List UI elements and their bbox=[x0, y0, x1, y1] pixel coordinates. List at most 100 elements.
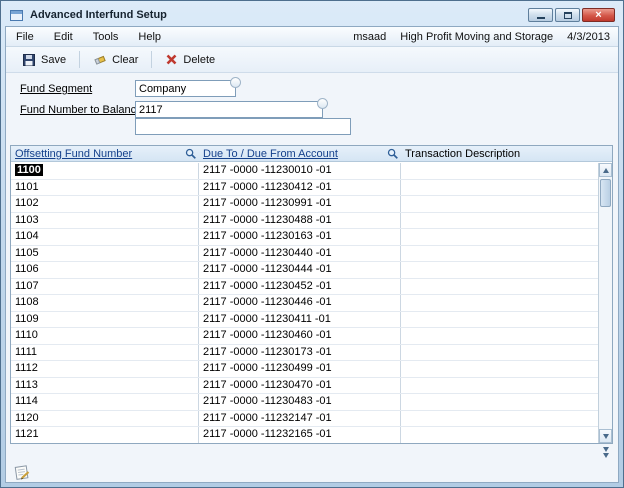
field-expansion-icon[interactable] bbox=[230, 77, 241, 88]
cell-due-account[interactable]: 2117 -0000 -11232165 -01 bbox=[199, 427, 401, 443]
cell-transaction-description[interactable] bbox=[401, 312, 598, 328]
cell-offsetting-fund-number[interactable]: 1114 bbox=[11, 394, 199, 410]
cell-due-account[interactable]: 2117 -0000 -11230163 -01 bbox=[199, 229, 401, 245]
scrollbar-thumb[interactable] bbox=[600, 179, 611, 207]
fund-segment-label[interactable]: Fund Segment bbox=[20, 83, 92, 95]
table-row[interactable]: 1108 2117 -0000 -11230446 -01 bbox=[11, 295, 598, 312]
cell-offsetting-fund-number[interactable]: 1107 bbox=[11, 279, 199, 295]
cell-transaction-description[interactable] bbox=[401, 196, 598, 212]
cell-due-account[interactable]: 2117 -0000 -11230991 -01 bbox=[199, 196, 401, 212]
cell-offsetting-fund-number[interactable]: 1101 bbox=[11, 180, 199, 196]
cell-transaction-description[interactable] bbox=[401, 411, 598, 427]
clear-button[interactable]: Clear bbox=[85, 50, 146, 70]
cell-due-account[interactable]: 2117 -0000 -11230488 -01 bbox=[199, 213, 401, 229]
cell-offsetting-fund-number[interactable]: 1120 bbox=[11, 411, 199, 427]
app-window: Advanced Interfund Setup × File Edit Too… bbox=[0, 0, 624, 488]
cell-offsetting-fund-number[interactable]: 1104 bbox=[11, 229, 199, 245]
cell-offsetting-fund-number[interactable]: 1113 bbox=[11, 378, 199, 394]
cell-due-account[interactable]: 2117 -0000 -11230460 -01 bbox=[199, 328, 401, 344]
cell-due-account[interactable]: 2117 -0000 -11230470 -01 bbox=[199, 378, 401, 394]
cell-due-account[interactable]: 2117 -0000 -11230452 -01 bbox=[199, 279, 401, 295]
cell-offsetting-fund-number[interactable]: 1106 bbox=[11, 262, 199, 278]
table-row[interactable]: 1101 2117 -0000 -11230412 -01 bbox=[11, 180, 598, 197]
cell-due-account[interactable]: 2117 -0000 -11230411 -01 bbox=[199, 312, 401, 328]
lookup-magnifier-icon[interactable] bbox=[387, 148, 399, 160]
cell-transaction-description[interactable] bbox=[401, 361, 598, 377]
cell-transaction-description[interactable] bbox=[401, 246, 598, 262]
table-row[interactable]: 1114 2117 -0000 -11230483 -01 bbox=[11, 394, 598, 411]
fund-number-to-balance-label[interactable]: Fund Number to Balance bbox=[20, 104, 142, 116]
cell-transaction-description[interactable] bbox=[401, 378, 598, 394]
table-row-selected[interactable]: 1100 2117 -0000 -11230010 -01 bbox=[11, 163, 598, 180]
close-button[interactable]: × bbox=[582, 8, 615, 22]
cell-transaction-description[interactable] bbox=[401, 345, 598, 361]
fund-number-field[interactable] bbox=[135, 101, 323, 118]
table-row[interactable]: 1104 2117 -0000 -11230163 -01 bbox=[11, 229, 598, 246]
menu-help[interactable]: Help bbox=[128, 29, 171, 45]
cell-offsetting-fund-number[interactable]: 1100 bbox=[11, 163, 199, 179]
cell-due-account[interactable]: 2117 -0000 -11230444 -01 bbox=[199, 262, 401, 278]
fund-segment-field[interactable] bbox=[135, 80, 236, 97]
cell-offsetting-fund-number[interactable]: 1112 bbox=[11, 361, 199, 377]
table-row[interactable]: 1103 2117 -0000 -11230488 -01 bbox=[11, 213, 598, 230]
note-attachment-icon[interactable] bbox=[13, 463, 31, 481]
field-expansion-icon[interactable] bbox=[317, 98, 328, 109]
table-row[interactable]: 1110 2117 -0000 -11230460 -01 bbox=[11, 328, 598, 345]
cell-due-account[interactable]: 2117 -0000 -11230440 -01 bbox=[199, 246, 401, 262]
menu-edit[interactable]: Edit bbox=[44, 29, 83, 45]
cell-transaction-description[interactable] bbox=[401, 229, 598, 245]
cell-transaction-description[interactable] bbox=[401, 213, 598, 229]
cell-transaction-description[interactable] bbox=[401, 427, 598, 443]
maximize-button[interactable] bbox=[555, 8, 580, 22]
cell-due-account[interactable]: 2117 -0000 -11230412 -01 bbox=[199, 180, 401, 196]
fund-description-field[interactable] bbox=[135, 118, 351, 135]
save-button[interactable]: Save bbox=[14, 50, 74, 70]
menu-file[interactable]: File bbox=[6, 29, 44, 45]
session-status: msaad High Profit Moving and Storage 4/3… bbox=[353, 31, 610, 43]
lookup-magnifier-icon[interactable] bbox=[185, 148, 197, 160]
cell-offsetting-fund-number[interactable]: 1108 bbox=[11, 295, 199, 311]
table-row[interactable]: 1106 2117 -0000 -11230444 -01 bbox=[11, 262, 598, 279]
delete-button[interactable]: Delete bbox=[157, 50, 223, 69]
table-row[interactable]: 1102 2117 -0000 -11230991 -01 bbox=[11, 196, 598, 213]
cell-transaction-description[interactable] bbox=[401, 180, 598, 196]
header-offsetting-fund-number[interactable]: Offsetting Fund Number bbox=[11, 146, 199, 161]
cell-transaction-description[interactable] bbox=[401, 163, 598, 179]
cell-offsetting-fund-number[interactable]: 1121 bbox=[11, 427, 199, 443]
cell-offsetting-fund-number[interactable]: 1103 bbox=[11, 213, 199, 229]
cell-transaction-description[interactable] bbox=[401, 295, 598, 311]
cell-offsetting-fund-number[interactable]: 1111 bbox=[11, 345, 199, 361]
cell-offsetting-fund-number[interactable]: 1110 bbox=[11, 328, 199, 344]
table-row[interactable]: 1120 2117 -0000 -11232147 -01 bbox=[11, 411, 598, 428]
table-row[interactable]: 1113 2117 -0000 -11230470 -01 bbox=[11, 378, 598, 395]
table-row[interactable]: 1112 2117 -0000 -11230499 -01 bbox=[11, 361, 598, 378]
vertical-scrollbar[interactable] bbox=[598, 163, 612, 443]
cell-transaction-description[interactable] bbox=[401, 262, 598, 278]
scroll-page-down-icon[interactable] bbox=[599, 446, 613, 459]
cell-offsetting-fund-number[interactable]: 1105 bbox=[11, 246, 199, 262]
table-row[interactable]: 1105 2117 -0000 -11230440 -01 bbox=[11, 246, 598, 263]
scroll-down-button[interactable] bbox=[599, 429, 612, 443]
table-row[interactable]: 1109 2117 -0000 -11230411 -01 bbox=[11, 312, 598, 329]
header-offsetting-label[interactable]: Offsetting Fund Number bbox=[15, 148, 132, 160]
table-row[interactable]: 1111 2117 -0000 -11230173 -01 bbox=[11, 345, 598, 362]
header-due-label[interactable]: Due To / Due From Account bbox=[203, 148, 338, 160]
cell-due-account[interactable]: 2117 -0000 -11230446 -01 bbox=[199, 295, 401, 311]
cell-due-account[interactable]: 2117 -0000 -11230499 -01 bbox=[199, 361, 401, 377]
toolbar: Save Clear bbox=[6, 47, 618, 73]
cell-transaction-description[interactable] bbox=[401, 394, 598, 410]
cell-due-account[interactable]: 2117 -0000 -11230483 -01 bbox=[199, 394, 401, 410]
cell-offsetting-fund-number[interactable]: 1102 bbox=[11, 196, 199, 212]
cell-offsetting-fund-number[interactable]: 1109 bbox=[11, 312, 199, 328]
cell-due-account[interactable]: 2117 -0000 -11230173 -01 bbox=[199, 345, 401, 361]
table-row[interactable]: 1121 2117 -0000 -11232165 -01 bbox=[11, 427, 598, 443]
table-row[interactable]: 1107 2117 -0000 -11230452 -01 bbox=[11, 279, 598, 296]
cell-due-account[interactable]: 2117 -0000 -11232147 -01 bbox=[199, 411, 401, 427]
cell-transaction-description[interactable] bbox=[401, 279, 598, 295]
minimize-button[interactable] bbox=[528, 8, 553, 22]
cell-due-account[interactable]: 2117 -0000 -11230010 -01 bbox=[199, 163, 401, 179]
header-due-account[interactable]: Due To / Due From Account bbox=[199, 146, 401, 161]
cell-transaction-description[interactable] bbox=[401, 328, 598, 344]
scroll-up-button[interactable] bbox=[599, 163, 612, 177]
menu-tools[interactable]: Tools bbox=[83, 29, 129, 45]
